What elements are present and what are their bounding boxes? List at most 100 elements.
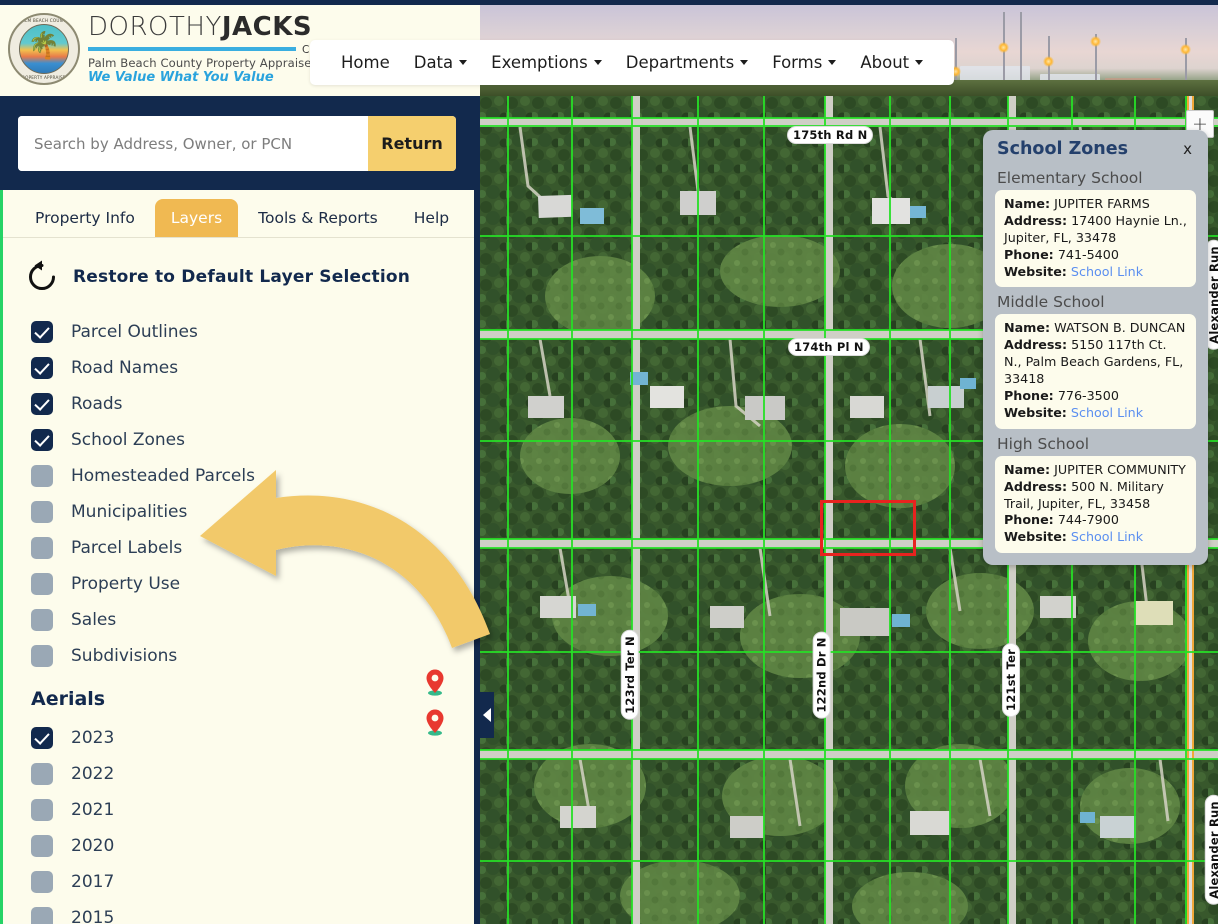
nav-label: Forms	[772, 53, 822, 72]
layer-item-parcel-labels[interactable]: Parcel Labels	[31, 530, 474, 566]
layer-label: Roads	[71, 394, 123, 414]
restore-default-layers-button[interactable]: Restore to Default Layer Selection	[3, 238, 474, 308]
name-label: Name:	[1004, 320, 1050, 335]
nav-item-home[interactable]: Home	[330, 50, 401, 75]
checkbox-road-names[interactable]	[31, 357, 53, 379]
checkbox-aerial-2020[interactable]	[31, 835, 53, 857]
high-school-link[interactable]: School Link	[1071, 529, 1143, 544]
brand-rule	[88, 47, 296, 51]
nav-label: Home	[341, 53, 390, 72]
aerial-label: 2017	[71, 872, 114, 892]
brand-logo[interactable]: 🌴 PALM BEACH COUNTY PROPERTY APPRAISER D…	[8, 13, 352, 85]
address-label: Address:	[1004, 479, 1067, 494]
layer-item-road-names[interactable]: Road Names	[31, 350, 474, 386]
layer-item-subdivisions[interactable]: Subdivisions	[31, 638, 474, 674]
layer-label: Road Names	[71, 358, 178, 378]
checkbox-homesteaded-parcels[interactable]	[31, 465, 53, 487]
layer-item-parcel-outlines[interactable]: Parcel Outlines	[31, 314, 474, 350]
middle-school-link[interactable]: School Link	[1071, 405, 1143, 420]
close-icon[interactable]: x	[1181, 140, 1194, 158]
school-zones-popup: School Zones x Elementary School Name: J…	[983, 130, 1208, 565]
search-bar: Return	[18, 116, 456, 171]
top-rule	[0, 0, 1218, 5]
website-label: Website:	[1004, 529, 1067, 544]
layer-item-homesteaded-parcels[interactable]: Homesteaded Parcels	[31, 458, 474, 494]
road-label-123rd-ter-n: 123rd Ter N	[621, 630, 639, 720]
aerial-item-2022[interactable]: 2022	[31, 756, 474, 792]
nav-item-about[interactable]: About	[849, 50, 934, 75]
checkbox-subdivisions[interactable]	[31, 645, 53, 667]
address-label: Address:	[1004, 337, 1067, 352]
brand-first-name: DOROTHY	[88, 12, 222, 42]
checkbox-municipalities[interactable]	[31, 501, 53, 523]
tab-tools-and-reports[interactable]: Tools & Reports	[242, 199, 394, 237]
aerial-label: 2023	[71, 728, 114, 748]
tab-help[interactable]: Help	[398, 199, 465, 237]
main-navigation: Home Data Exemptions Departments Forms A…	[310, 40, 954, 85]
checkbox-aerial-2015[interactable]	[31, 907, 53, 924]
nav-item-forms[interactable]: Forms	[761, 50, 847, 75]
website-label: Website:	[1004, 405, 1067, 420]
nav-label: Data	[414, 53, 453, 72]
left-sidebar: Return Property Info Layers Tools & Repo…	[0, 96, 480, 924]
selected-parcel-highlight[interactable]	[820, 500, 916, 556]
brand-last-name: JACKS	[222, 12, 312, 42]
map-pin-marker-icon[interactable]	[424, 668, 446, 696]
high-school-name: JUPITER COMMUNITY	[1054, 462, 1186, 477]
checkbox-aerial-2023[interactable]	[31, 727, 53, 749]
elementary-school-phone: 741-5400	[1058, 247, 1119, 262]
checkbox-aerial-2022[interactable]	[31, 763, 53, 785]
popup-title: School Zones	[997, 139, 1128, 159]
layer-label: School Zones	[71, 430, 185, 450]
checkbox-parcel-labels[interactable]	[31, 537, 53, 559]
road-label-alexander-run-lower: Alexander Run	[1205, 795, 1218, 905]
nav-item-data[interactable]: Data	[403, 50, 478, 75]
high-school-phone: 744-7900	[1058, 512, 1119, 527]
address-label: Address:	[1004, 213, 1067, 228]
nav-item-exemptions[interactable]: Exemptions	[480, 50, 613, 75]
checkbox-aerial-2021[interactable]	[31, 799, 53, 821]
checkbox-parcel-outlines[interactable]	[31, 321, 53, 343]
layer-label: Homesteaded Parcels	[71, 466, 255, 486]
layer-label: Parcel Outlines	[71, 322, 198, 342]
aerial-item-2023[interactable]: 2023	[31, 720, 474, 756]
nav-label: About	[860, 53, 909, 72]
return-button[interactable]: Return	[368, 116, 456, 171]
layer-item-property-use[interactable]: Property Use	[31, 566, 474, 602]
property-appraiser-map-app: 🌴 PALM BEACH COUNTY PROPERTY APPRAISER D…	[0, 0, 1218, 924]
nav-label: Departments	[626, 53, 734, 72]
checkbox-roads[interactable]	[31, 393, 53, 415]
layer-item-school-zones[interactable]: School Zones	[31, 422, 474, 458]
section-heading-middle: Middle School	[983, 287, 1208, 314]
tab-layers[interactable]: Layers	[155, 199, 238, 237]
phone-label: Phone:	[1004, 512, 1054, 527]
nav-item-departments[interactable]: Departments	[615, 50, 759, 75]
map-pin-marker-icon[interactable]	[424, 708, 446, 736]
aerial-item-2017[interactable]: 2017	[31, 864, 474, 900]
layer-item-sales[interactable]: Sales	[31, 602, 474, 638]
layer-item-municipalities[interactable]: Municipalities	[31, 494, 474, 530]
seal-top-text: PALM BEACH COUNTY	[19, 18, 68, 23]
checkbox-aerial-2017[interactable]	[31, 871, 53, 893]
checkbox-sales[interactable]	[31, 609, 53, 631]
search-input[interactable]	[18, 116, 368, 171]
sidebar-collapse-toggle[interactable]	[480, 692, 494, 738]
middle-school-name: WATSON B. DUNCAN	[1054, 320, 1185, 335]
restore-default-layers-label: Restore to Default Layer Selection	[73, 267, 410, 287]
chevron-down-icon	[740, 60, 748, 65]
aerial-label: 2020	[71, 836, 114, 856]
elementary-school-link[interactable]: School Link	[1071, 264, 1143, 279]
chevron-left-icon	[483, 708, 491, 722]
aerials-checkbox-list: 2023 2022 2021 2020 2017	[3, 714, 474, 924]
name-label: Name:	[1004, 462, 1050, 477]
checkbox-property-use[interactable]	[31, 573, 53, 595]
tab-property-info[interactable]: Property Info	[19, 199, 151, 237]
road-label-122nd-dr-n: 122nd Dr N	[813, 631, 831, 718]
aerial-item-2020[interactable]: 2020	[31, 828, 474, 864]
sidebar-scrollbar[interactable]	[468, 190, 474, 924]
aerial-item-2015[interactable]: 2015	[31, 900, 474, 924]
aerial-map[interactable]: 175th Rd N 174th Pl N 123rd Ter N 122nd …	[480, 96, 1218, 924]
aerial-item-2021[interactable]: 2021	[31, 792, 474, 828]
checkbox-school-zones[interactable]	[31, 429, 53, 451]
layer-item-roads[interactable]: Roads	[31, 386, 474, 422]
